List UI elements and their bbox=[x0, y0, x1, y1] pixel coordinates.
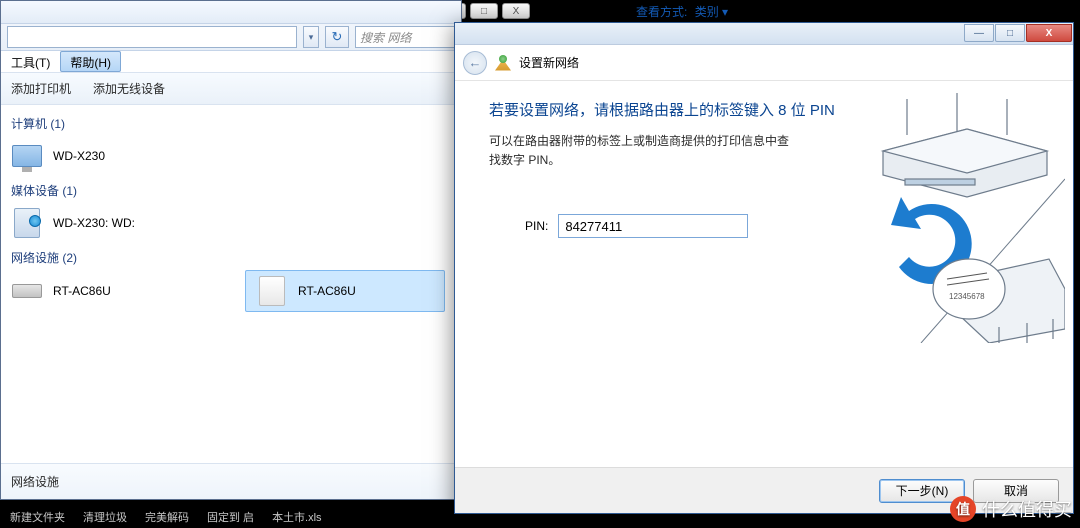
media-item-label: WD-X230: WD: bbox=[53, 216, 135, 230]
group-network[interactable]: 网络设施 (2) bbox=[1, 243, 461, 270]
taskbar-item[interactable]: 固定到 启 bbox=[207, 509, 254, 525]
setup-network-dialog: — □ X ← 设置新网络 若要设置网络，请根据路由器上的标签键入 8 位 PI… bbox=[454, 22, 1074, 514]
dialog-minimize-button[interactable]: — bbox=[964, 24, 994, 42]
taskbar-item[interactable]: 完美解码 bbox=[145, 509, 189, 525]
menu-bar: 工具(T) 帮助(H) bbox=[1, 51, 461, 73]
pin-label: PIN: bbox=[525, 219, 548, 233]
command-bar: 添加打印机 添加无线设备 bbox=[1, 73, 461, 105]
computer-item[interactable]: WD-X230 bbox=[1, 136, 461, 176]
device-icon bbox=[256, 275, 288, 307]
dialog-header-title: 设置新网络 bbox=[519, 54, 579, 71]
media-item[interactable]: WD-X230: WD: bbox=[1, 203, 461, 243]
dialog-titlebar[interactable]: — □ X bbox=[455, 23, 1073, 45]
network-explorer-window: ▾ ↻ 搜索 网络 工具(T) 帮助(H) 添加打印机 添加无线设备 计算机 (… bbox=[0, 0, 462, 500]
view-mode-label: 查看方式: 类别 ▾ bbox=[636, 3, 728, 20]
explorer-content: 计算机 (1) WD-X230 媒体设备 (1) WD-X230: WD: 网络… bbox=[1, 105, 461, 316]
cmd-add-printer[interactable]: 添加打印机 bbox=[11, 80, 71, 97]
dialog-header: ← 设置新网络 bbox=[455, 45, 1073, 81]
group-computers[interactable]: 计算机 (1) bbox=[1, 109, 461, 136]
taskbar-item[interactable]: 清理垃圾 bbox=[83, 509, 127, 525]
router-item-1[interactable]: RT-AC86U bbox=[1, 270, 241, 312]
status-bar: 网络设施 bbox=[1, 463, 461, 499]
cmd-add-wireless[interactable]: 添加无线设备 bbox=[93, 80, 165, 97]
address-dropdown[interactable]: ▾ bbox=[303, 26, 319, 48]
router-item-2-label: RT-AC86U bbox=[298, 284, 356, 298]
watermark-text: 什么值得买 bbox=[982, 496, 1072, 522]
watermark: 值 什么值得买 bbox=[950, 496, 1072, 522]
group-media[interactable]: 媒体设备 (1) bbox=[1, 176, 461, 203]
explorer-titlebar[interactable] bbox=[1, 1, 461, 23]
taskbar-items: 新建文件夹 清理垃圾 完美解码 固定到 启 本土市.xls bbox=[10, 509, 322, 525]
network-setup-icon bbox=[495, 55, 511, 71]
refresh-button[interactable]: ↻ bbox=[325, 26, 349, 48]
address-bar: ▾ ↻ 搜索 网络 bbox=[1, 23, 461, 51]
media-device-icon bbox=[11, 207, 43, 239]
dialog-description: 可以在路由器附带的标签上或制造商提供的打印信息中查找数字 PIN。 bbox=[489, 132, 799, 170]
bg-close-button[interactable]: X bbox=[502, 3, 530, 19]
monitor-icon bbox=[11, 140, 43, 172]
menu-tools[interactable]: 工具(T) bbox=[1, 51, 60, 72]
watermark-badge-icon: 值 bbox=[950, 496, 976, 522]
taskbar-item[interactable]: 新建文件夹 bbox=[10, 509, 65, 525]
menu-help[interactable]: 帮助(H) bbox=[60, 51, 121, 72]
back-button[interactable]: ← bbox=[463, 51, 487, 75]
dialog-body: 若要设置网络，请根据路由器上的标签键入 8 位 PIN 可以在路由器附带的标签上… bbox=[455, 81, 1073, 467]
svg-text:12345678: 12345678 bbox=[949, 292, 985, 301]
pin-input[interactable] bbox=[558, 214, 748, 238]
view-mode-text: 查看方式: bbox=[636, 5, 687, 19]
dialog-maximize-button[interactable]: □ bbox=[995, 24, 1025, 42]
search-input[interactable]: 搜索 网络 bbox=[355, 26, 455, 48]
router-item-2[interactable]: RT-AC86U bbox=[245, 270, 445, 312]
taskbar-item[interactable]: 本土市.xls bbox=[272, 509, 322, 525]
address-box[interactable] bbox=[7, 26, 297, 48]
bg-maximize-button[interactable]: □ bbox=[470, 3, 498, 19]
view-mode-value[interactable]: 类别 ▾ bbox=[695, 5, 728, 19]
router-item-1-label: RT-AC86U bbox=[53, 284, 111, 298]
router-illustration: 12345678 bbox=[849, 93, 1065, 343]
dialog-close-button[interactable]: X bbox=[1026, 24, 1072, 42]
computer-item-label: WD-X230 bbox=[53, 149, 105, 163]
router-icon bbox=[11, 275, 43, 307]
status-text: 网络设施 bbox=[11, 473, 59, 490]
